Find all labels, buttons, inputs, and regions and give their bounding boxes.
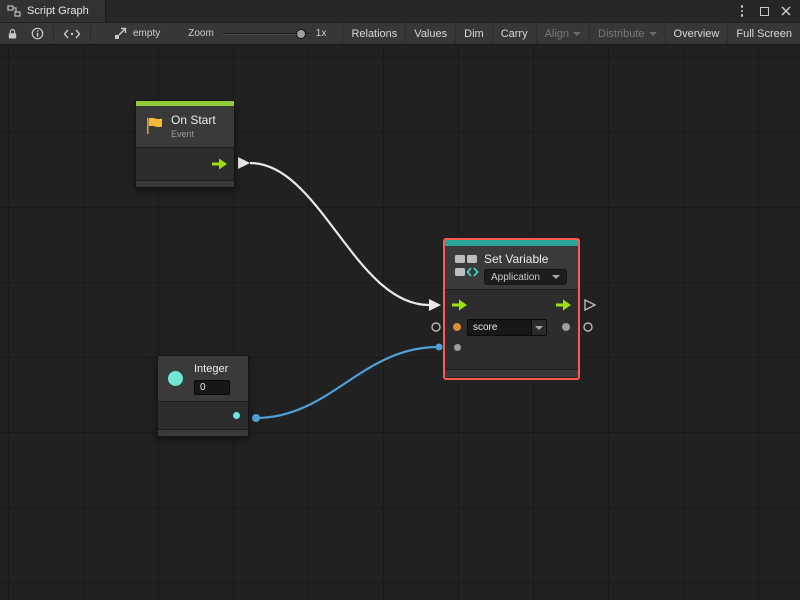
on-start-flow-output-port[interactable] bbox=[238, 157, 250, 169]
code-brackets-icon bbox=[63, 28, 81, 40]
node-header: Integer 0 bbox=[158, 356, 248, 402]
node-title: On Start bbox=[171, 113, 216, 127]
script-graph-icon bbox=[7, 4, 21, 18]
chevron-down-icon bbox=[535, 326, 543, 330]
tab-script-graph[interactable]: Script Graph bbox=[0, 0, 106, 22]
node-body bbox=[136, 148, 234, 180]
window-menu-button[interactable] bbox=[734, 3, 750, 19]
overview-button[interactable]: Overview bbox=[665, 23, 728, 44]
node-body bbox=[158, 402, 248, 429]
toolbar-button-group: Relations Values Dim Carry Align Distrib… bbox=[342, 23, 800, 44]
node-subtitle: Event bbox=[171, 129, 194, 139]
align-dropdown-button[interactable]: Align bbox=[536, 23, 589, 44]
flow-input-arrow-icon[interactable] bbox=[451, 299, 468, 311]
maximize-icon bbox=[760, 7, 769, 16]
flow-connection-wire[interactable] bbox=[250, 163, 429, 305]
close-icon bbox=[781, 6, 791, 16]
variable-name-dropdown[interactable]: score bbox=[467, 319, 547, 336]
flag-icon bbox=[144, 116, 166, 136]
code-view-button[interactable] bbox=[57, 23, 87, 44]
zoom-label: Zoom bbox=[188, 28, 214, 39]
integer-value-field[interactable]: 0 bbox=[194, 380, 230, 395]
variable-scope-value: Application bbox=[491, 272, 540, 283]
info-button[interactable] bbox=[25, 23, 50, 44]
graph-toolbar: empty Zoom 1x Relations Values Dim Carry… bbox=[0, 22, 800, 45]
script-graph-window: Script Graph bbox=[0, 0, 800, 600]
dropdown-caret-button[interactable] bbox=[531, 320, 546, 335]
node-footer bbox=[445, 369, 578, 377]
graph-canvas[interactable]: On Start Event bbox=[0, 45, 800, 600]
kebab-menu-icon bbox=[741, 5, 744, 17]
value-connection-wire[interactable] bbox=[256, 347, 438, 418]
graph-name-label: empty bbox=[133, 28, 160, 39]
value-wire-end-dot bbox=[436, 344, 443, 351]
zoom-value-label: 1x bbox=[316, 28, 327, 39]
variable-scope-dropdown[interactable]: Application bbox=[484, 269, 567, 285]
node-set-variable[interactable]: Set Variable Application bbox=[445, 240, 578, 377]
set-variable-flow-output-port[interactable] bbox=[585, 300, 595, 310]
full-screen-button[interactable]: Full Screen bbox=[727, 23, 800, 44]
set-variable-value-input-port[interactable] bbox=[432, 323, 440, 331]
carry-button[interactable]: Carry bbox=[492, 23, 536, 44]
chevron-down-icon bbox=[573, 32, 581, 36]
integer-value-output-port[interactable] bbox=[252, 414, 260, 422]
relations-button[interactable]: Relations bbox=[342, 23, 405, 44]
zoom-slider-handle[interactable] bbox=[296, 29, 306, 39]
integer-value: 0 bbox=[195, 381, 229, 394]
lock-icon bbox=[6, 27, 19, 41]
chevron-down-icon bbox=[649, 32, 657, 36]
window-tab-bar: Script Graph bbox=[0, 0, 800, 22]
variable-name-input-port[interactable] bbox=[453, 323, 461, 331]
set-variable-value-output-port[interactable] bbox=[584, 323, 592, 331]
value-output-dot[interactable] bbox=[562, 323, 570, 331]
flow-output-arrow-icon[interactable] bbox=[211, 158, 228, 170]
value-input-dot[interactable] bbox=[454, 344, 461, 351]
variable-name-value: score bbox=[468, 320, 531, 335]
window-controls bbox=[734, 0, 800, 22]
node-header: Set Variable Application bbox=[445, 246, 578, 290]
flow-wire-end-arrow bbox=[429, 299, 441, 311]
distribute-dropdown-button[interactable]: Distribute bbox=[589, 23, 664, 44]
dim-button[interactable]: Dim bbox=[455, 23, 492, 44]
integer-output-dot[interactable] bbox=[233, 412, 240, 419]
node-title: Integer bbox=[194, 363, 228, 375]
node-integer[interactable]: Integer 0 bbox=[157, 355, 249, 437]
maximize-button[interactable] bbox=[756, 3, 772, 19]
toolbar-separator bbox=[90, 26, 91, 41]
chevron-down-icon bbox=[552, 275, 560, 279]
graph-breadcrumb-icon bbox=[114, 27, 127, 40]
connection-layer bbox=[0, 45, 800, 600]
node-header: On Start Event bbox=[136, 106, 234, 148]
close-button[interactable] bbox=[778, 3, 794, 19]
flow-output-arrow-icon[interactable] bbox=[555, 299, 572, 311]
node-on-start[interactable]: On Start Event bbox=[135, 100, 235, 188]
node-footer bbox=[136, 180, 234, 187]
lock-button[interactable] bbox=[0, 23, 25, 44]
graph-breadcrumb-button[interactable] bbox=[108, 23, 133, 44]
set-variable-icon bbox=[452, 252, 480, 280]
tab-title: Script Graph bbox=[27, 5, 89, 17]
toolbar-separator bbox=[53, 26, 54, 41]
zoom-slider[interactable] bbox=[222, 23, 310, 44]
node-body: score bbox=[445, 290, 578, 369]
info-icon bbox=[31, 27, 44, 40]
integer-type-icon bbox=[168, 371, 183, 386]
values-button[interactable]: Values bbox=[405, 23, 455, 44]
node-footer bbox=[158, 429, 248, 436]
node-set-variable-selection: Set Variable Application bbox=[443, 238, 580, 380]
node-title: Set Variable bbox=[484, 252, 548, 266]
